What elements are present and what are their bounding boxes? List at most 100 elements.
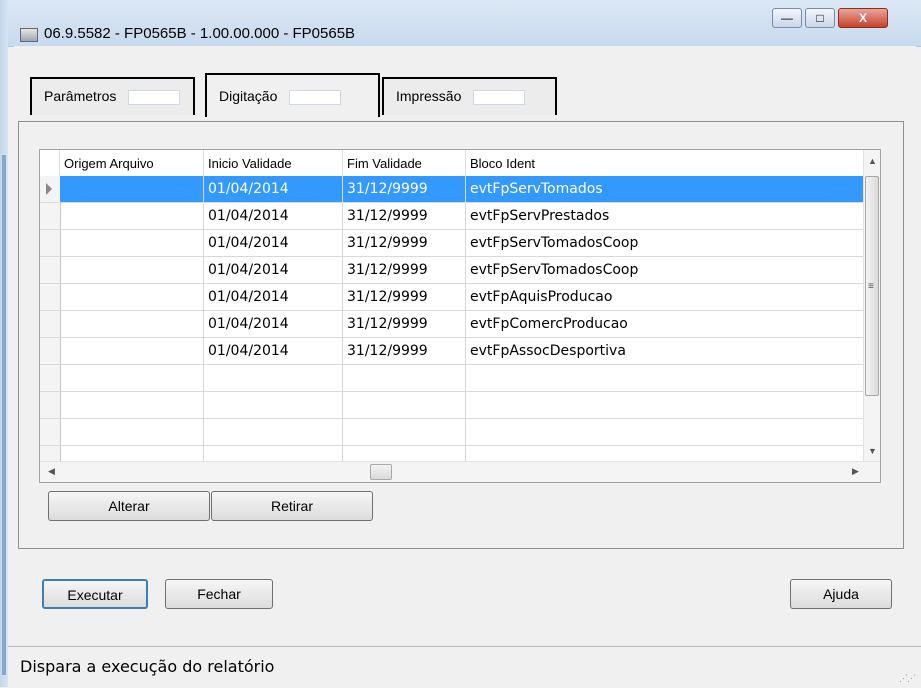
cell-origem[interactable]	[60, 176, 204, 202]
cell-fim[interactable]: 31/12/9999	[343, 338, 466, 364]
empty-cell[interactable]	[466, 392, 866, 418]
size-grip-icon[interactable]: ⋰⋰	[899, 673, 916, 684]
cell-fim[interactable]: 31/12/9999	[343, 203, 466, 229]
row-indicator[interactable]	[40, 365, 61, 391]
row-indicator[interactable]	[40, 338, 61, 364]
cell-origem[interactable]	[60, 338, 204, 364]
tab-label: Parâmetros	[44, 88, 117, 104]
executar-button[interactable]: Executar	[42, 579, 148, 609]
empty-cell[interactable]	[343, 365, 466, 391]
empty-cell[interactable]	[343, 419, 466, 445]
window-left-border	[0, 0, 8, 687]
empty-cell[interactable]	[60, 419, 204, 445]
cell-inicio[interactable]: 01/04/2014	[204, 257, 343, 283]
data-grid[interactable]: Origem Arquivo Inicio Validade Fim Valid…	[39, 149, 881, 483]
close-button[interactable]: X	[838, 8, 888, 28]
tab-panel-digitacao: Origem Arquivo Inicio Validade Fim Valid…	[18, 121, 904, 549]
cell-fim[interactable]: 31/12/9999	[343, 176, 466, 202]
retirar-button[interactable]: Retirar	[211, 491, 373, 521]
header-indicator	[40, 150, 60, 176]
cell-origem[interactable]	[60, 230, 204, 256]
cell-inicio[interactable]: 01/04/2014	[204, 311, 343, 337]
scroll-left-icon[interactable]: ◀	[48, 466, 55, 477]
table-row[interactable]: 01/04/2014 31/12/9999 evtFpServTomadosCo…	[40, 230, 866, 257]
cell-inicio[interactable]: 01/04/2014	[204, 230, 343, 256]
empty-row[interactable]	[40, 419, 866, 446]
empty-cell[interactable]	[466, 365, 866, 391]
cell-fim[interactable]: 31/12/9999	[343, 230, 466, 256]
cell-bloco[interactable]: evtFpServTomadosCoop	[466, 230, 866, 256]
horizontal-scroll-thumb[interactable]	[370, 464, 392, 480]
row-indicator[interactable]	[40, 311, 61, 337]
row-indicator[interactable]	[40, 230, 61, 256]
table-row[interactable]: 01/04/2014 31/12/9999 evtFpServTomadosCo…	[40, 257, 866, 284]
cell-fim[interactable]: 31/12/9999	[343, 284, 466, 310]
cell-bloco[interactable]: evtFpComercProducao	[466, 311, 866, 337]
cell-inicio[interactable]: 01/04/2014	[204, 284, 343, 310]
tab-label: Digitação	[219, 88, 278, 104]
scroll-down-icon[interactable]: ▼	[868, 446, 877, 456]
empty-cell[interactable]	[343, 392, 466, 418]
cell-fim[interactable]: 31/12/9999	[343, 311, 466, 337]
cell-inicio[interactable]: 01/04/2014	[204, 176, 343, 202]
tab-digitacao[interactable]: Digitação	[205, 73, 380, 117]
cell-origem[interactable]	[60, 284, 204, 310]
cell-origem[interactable]	[60, 257, 204, 283]
ajuda-button[interactable]: Ajuda	[790, 579, 892, 609]
row-indicator[interactable]	[40, 257, 61, 283]
row-indicator[interactable]	[40, 419, 61, 445]
row-indicator[interactable]	[40, 284, 61, 310]
horizontal-scrollbar[interactable]: ◀ ▶	[40, 461, 880, 482]
column-header-fim[interactable]: Fim Validade	[343, 150, 466, 176]
cell-inicio[interactable]: 01/04/2014	[204, 338, 343, 364]
client-area: Parâmetros Digitação Impressão Origem Ar…	[14, 46, 916, 687]
column-header-inicio[interactable]: Inicio Validade	[204, 150, 343, 176]
empty-row[interactable]	[40, 365, 866, 392]
window-title: 06.9.5582 - FP0565B - 1.00.00.000 - FP05…	[44, 25, 356, 42]
alterar-button[interactable]: Alterar	[48, 491, 210, 521]
scroll-thumb-grip-icon: ≡	[868, 281, 874, 292]
empty-cell[interactable]	[466, 419, 866, 445]
minimize-button[interactable]: —	[772, 8, 802, 28]
tab-label: Impressão	[396, 88, 462, 104]
app-window-icon	[20, 28, 38, 42]
table-row[interactable]: 01/04/2014 31/12/9999 evtFpServPrestados	[40, 203, 866, 230]
empty-cell[interactable]	[60, 365, 204, 391]
status-bar: Dispara a execução do relatório ⋰⋰	[8, 646, 921, 688]
maximize-button[interactable]: □	[805, 8, 835, 28]
row-indicator[interactable]	[40, 203, 61, 229]
cell-bloco[interactable]: evtFpAssocDesportiva	[466, 338, 866, 364]
cell-bloco[interactable]: evtFpAquisProducao	[466, 284, 866, 310]
tab-parametros[interactable]: Parâmetros	[30, 77, 195, 115]
empty-cell[interactable]	[204, 365, 343, 391]
cell-bloco[interactable]: evtFpServTomadosCoop	[466, 257, 866, 283]
scroll-right-icon[interactable]: ▶	[852, 466, 859, 477]
empty-cell[interactable]	[204, 419, 343, 445]
cell-fim[interactable]: 31/12/9999	[343, 257, 466, 283]
cell-bloco[interactable]: evtFpServTomados	[466, 176, 866, 202]
column-header-bloco[interactable]: Bloco Ident	[466, 150, 866, 176]
cell-origem[interactable]	[60, 203, 204, 229]
row-indicator[interactable]	[40, 176, 61, 202]
empty-cell[interactable]	[60, 392, 204, 418]
empty-cell[interactable]	[204, 392, 343, 418]
cell-origem[interactable]	[60, 311, 204, 337]
tab-chip	[289, 89, 342, 105]
table-row[interactable]: 01/04/2014 31/12/9999 evtFpAquisProducao	[40, 284, 866, 311]
tab-chip	[128, 89, 181, 105]
table-row[interactable]: 01/04/2014 31/12/9999 evtFpComercProduca…	[40, 311, 866, 338]
table-row[interactable]: 01/04/2014 31/12/9999 evtFpAssocDesporti…	[40, 338, 866, 365]
table-row[interactable]: 01/04/2014 31/12/9999 evtFpServTomados	[40, 176, 866, 203]
vertical-scrollbar[interactable]: ▲ ≡ ▼	[863, 150, 880, 463]
cell-inicio[interactable]: 01/04/2014	[204, 203, 343, 229]
title-bar[interactable]: 06.9.5582 - FP0565B - 1.00.00.000 - FP05…	[8, 0, 921, 47]
row-indicator[interactable]	[40, 392, 61, 418]
empty-row[interactable]	[40, 392, 866, 419]
cell-bloco[interactable]: evtFpServPrestados	[466, 203, 866, 229]
tab-impressao[interactable]: Impressão	[382, 77, 557, 115]
column-header-origem[interactable]: Origem Arquivo	[60, 150, 204, 176]
tab-chip	[473, 89, 526, 105]
fechar-button[interactable]: Fechar	[165, 579, 273, 609]
scroll-up-icon[interactable]: ▲	[868, 156, 877, 166]
status-text: Dispara a execução do relatório	[20, 657, 275, 676]
